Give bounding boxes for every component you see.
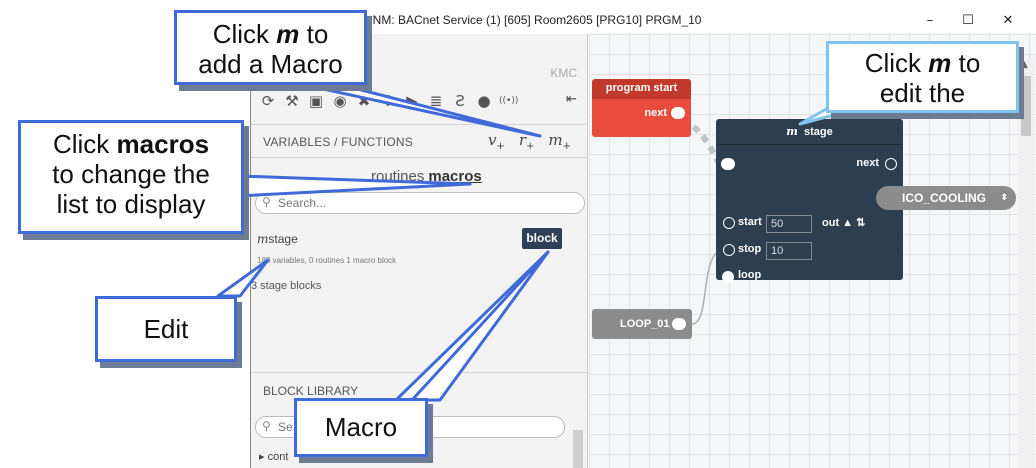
variables-header-label: VARIABLES / FUNCTIONS [263,135,414,149]
add-routine-button[interactable]: r+ [519,131,535,152]
macro-list-item[interactable]: mstage [257,232,298,246]
r-icon[interactable]: ● [475,92,493,110]
delete-icon[interactable]: ✖ [355,92,373,110]
callout-edit-macro: Click m to edit the [826,41,1019,113]
search-icon: ⚲ [262,419,271,433]
stop-icon[interactable]: ◉ [331,92,349,110]
next-port-icon[interactable] [885,158,897,170]
broadcast-icon[interactable]: ((•)) [499,92,518,110]
hammer-icon[interactable]: ⚒ [283,92,301,110]
variables-section-header: VARIABLES / FUNCTIONS v+ r+ m+ [251,124,587,158]
chip-dropdown-icon[interactable]: ⬍ [1000,186,1008,210]
loop-label: loop [738,269,762,281]
window-title: r - NM: BACnet Service (1) [605] Room260… [358,13,702,27]
callout-edit: Edit [95,296,237,362]
loop-port-icon[interactable] [722,271,734,283]
callout-change-list: Click macros to change the list to displ… [18,120,244,234]
scroll-up-icon[interactable]: ▲ [1021,60,1028,70]
start-value-field[interactable]: 50 [766,215,812,233]
stage-next-label: next [856,157,879,169]
library-tree-item[interactable]: ▸ cont [259,450,288,463]
block-library-header: BLOCK LIBRARY [263,384,359,398]
search-input[interactable] [278,196,528,210]
macro-usage-count: 3 stage blocks [251,280,322,292]
callout-macro: Macro [294,398,428,457]
program-start-next-label: next [644,107,667,119]
brand-label: KMC [550,66,577,80]
collapse-icon[interactable]: ⇤ [566,92,577,107]
minimize-button[interactable]: – [910,10,950,32]
program-start-block[interactable]: program start next [592,79,691,137]
list-icon[interactable]: ≣ [427,92,445,110]
input-port-icon[interactable] [721,158,735,170]
output-variable-chip[interactable]: ICO_COOLING ⬍ [876,186,1016,210]
stage-block-title[interactable]: m stage [716,119,903,145]
search-icon: ⚲ [262,195,271,209]
stop-value-field[interactable]: 10 [766,242,812,260]
add-variable-button[interactable]: v+ [488,131,505,152]
save-icon[interactable]: ▣ [307,92,325,110]
download-icon[interactable]: ⬇ [379,92,397,110]
stop-port-icon[interactable] [723,244,735,256]
loop-variable-port-icon[interactable] [672,318,686,330]
s-icon[interactable]: Ƨ [451,92,469,110]
program-start-title: program start [605,82,678,94]
library-scrollbar[interactable] [571,412,585,468]
output-variable-name: ICO_COOLING [902,191,987,205]
loop-variable-name: LOOP_01 [620,318,670,330]
loop-variable-chip[interactable]: LOOP_01 [592,309,692,339]
out-label: out ▲ ⇅ [822,217,866,229]
refresh-icon[interactable]: ⟳ [259,92,277,110]
callout-add-macro: Click m to add a Macro [174,10,367,85]
macros-link[interactable]: macros [428,168,481,185]
add-macro-button[interactable]: m+ [548,131,571,152]
macro-edit-icon[interactable]: m [786,125,798,138]
routines-link[interactable]: routines [371,168,424,185]
toolbar: ⟳ ⚒ ▣ ◉ ✖ ⬇ ▶ ≣ Ƨ ● ((•)) [259,90,519,112]
canvas-scrollbar[interactable]: ▲ [1018,60,1034,468]
variables-search[interactable]: ⚲ [255,192,585,214]
maximize-button[interactable]: ☐ [948,10,988,32]
macro-icon: m [257,232,269,246]
start-label: start [738,216,762,228]
next-port-icon[interactable] [671,107,685,119]
window-titlebar: r - NM: BACnet Service (1) [605] Room260… [250,8,1036,34]
play-icon[interactable]: ▶ [403,92,421,110]
list-switcher: routines macros [371,168,482,185]
add-buttons: v+ r+ m+ [488,131,571,152]
close-button[interactable]: ✕ [988,10,1028,32]
stop-label: stop [738,243,762,255]
macro-name: stage [268,232,298,246]
list-summary: 188 variables, 0 routines 1 macro block [257,256,397,265]
start-port-icon[interactable] [723,217,735,229]
stage-macro-block[interactable]: m stage next start 50 out ▲ ⇅ stop 10 lo… [716,119,903,283]
block-badge[interactable]: block [522,228,562,249]
